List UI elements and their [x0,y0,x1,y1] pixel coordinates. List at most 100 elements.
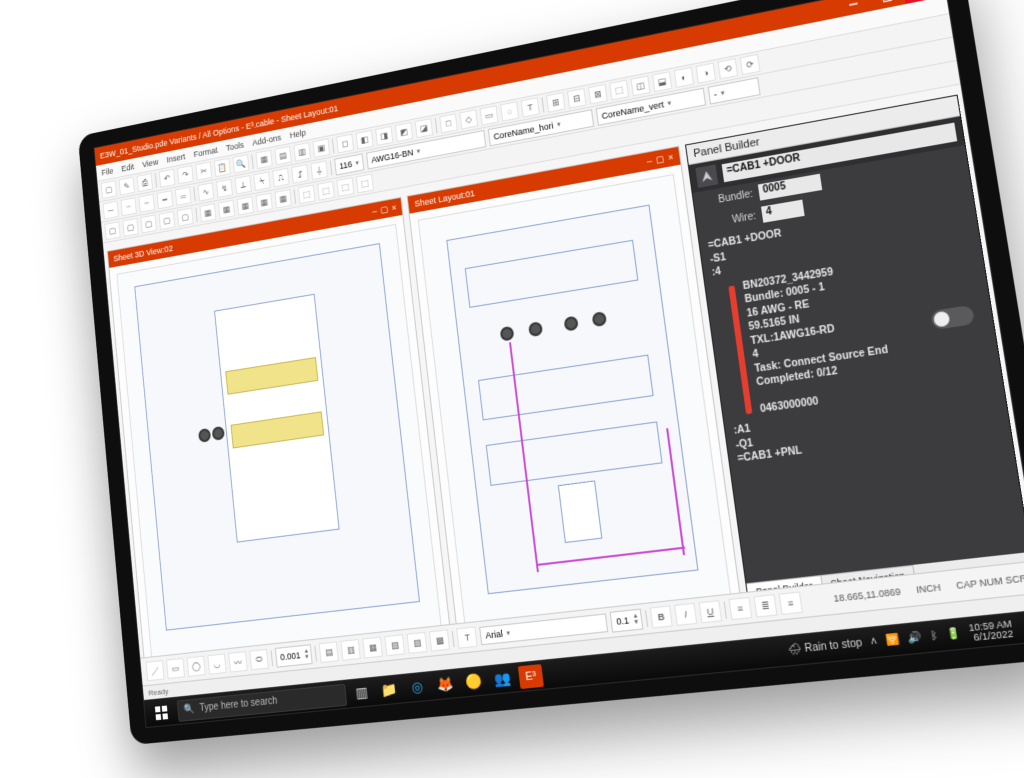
toolbar-button[interactable]: ◑ [696,63,716,84]
toolbar-button[interactable]: ↷ [177,165,194,184]
taskbar-app-edge[interactable]: ◎ [404,673,431,702]
subwindow-maximize-icon[interactable]: ▢ [380,204,389,216]
canvas-3dview[interactable] [109,215,450,666]
toolbar-button[interactable]: ╌ [139,194,155,213]
tray-power-icon[interactable]: 🔋 [946,628,962,641]
toolbar-button[interactable]: ◻ [336,134,354,154]
toolbar-button[interactable]: ▭ [480,105,499,125]
taskbar-app-firefox[interactable]: 🦊 [432,670,460,699]
toolbar-button[interactable]: ▦ [237,196,254,215]
toolbar-button[interactable]: ⎙ [137,173,153,192]
fontsize-spinner[interactable]: 0.1 ▲▼ [610,609,643,633]
align-button[interactable]: ▤ [319,641,339,663]
toolbar-button[interactable]: ⊟ [567,88,586,109]
toolbar-button[interactable]: ▢ [105,221,121,240]
toolbar-button[interactable]: ◐ [674,67,694,88]
toolbar-button[interactable]: ◨ [375,126,393,146]
align-button[interactable]: ▥ [341,639,361,661]
subwindow-close-icon[interactable]: × [668,152,675,163]
toolbar-button[interactable]: ─ [103,201,119,220]
toolbar-button[interactable]: ✎ [119,177,135,196]
weather-widget[interactable]: 🌧 Rain to stop [787,637,863,656]
toolbar-button[interactable]: ▢ [177,208,194,227]
menu-addons[interactable]: Add-ons [252,132,282,147]
draw-line-button[interactable]: ／ [146,660,165,681]
taskbar-app-chrome[interactable]: 🟡 [460,667,488,696]
toolbar-button[interactable]: 📋 [214,158,231,177]
toolbar-button[interactable]: ⬚ [317,181,335,201]
toolbar-button[interactable]: ▥ [293,142,310,162]
bold-button[interactable]: B [650,605,673,628]
menu-format[interactable]: Format [193,145,218,159]
draw-curve-button[interactable]: 〰 [228,651,247,672]
toolbar-button[interactable]: ═ [175,187,192,206]
toolbar-button[interactable]: ▦ [256,193,273,212]
tray-bluetooth-icon[interactable]: ᛒ [930,630,938,643]
toolbar-button[interactable]: ▢ [122,218,138,237]
toolbar-button[interactable]: ▦ [256,150,273,169]
toolbar-button[interactable]: T [521,97,540,117]
toolbar-button[interactable]: ⎍ [272,168,289,188]
toolbar-button[interactable]: ⍀ [253,171,270,190]
toolbar-button[interactable]: ✂ [195,161,212,180]
menu-insert[interactable]: Insert [166,151,186,164]
align-button[interactable]: ▩ [429,629,450,651]
toolbar-button[interactable]: ▢ [101,180,117,199]
toolbar-button[interactable]: ⬚ [298,185,316,205]
toolbar-button[interactable]: ⬚ [336,177,354,197]
subwindow-minimize-icon[interactable]: – [372,206,378,216]
tray-volume-icon[interactable]: 🔊 [907,632,923,645]
toolbar-button[interactable]: ━ [157,190,173,209]
toolbar-button[interactable]: ↶ [159,169,175,188]
toolbar-button[interactable]: ▦ [218,200,235,219]
menu-file[interactable]: File [101,166,114,177]
menu-help[interactable]: Help [289,127,306,139]
draw-rect-button[interactable]: ▭ [166,658,185,679]
toolbar-button[interactable]: ◪ [415,118,433,138]
toolbar-button[interactable]: ▤ [274,146,291,166]
toolbar-button[interactable]: ◧ [356,130,374,150]
canvas-layout[interactable] [410,165,740,633]
taskbar-clock[interactable]: 10:59 AM 6/1/2022 [968,618,1021,643]
toolbar-button[interactable]: ▢ [159,211,176,230]
toolbar-button[interactable]: ⬚ [356,174,374,194]
taskbar-app-ecad[interactable]: E³ [518,664,544,689]
toolbar-button[interactable]: ▦ [274,189,291,209]
layer-combo[interactable]: 116 ▾ [334,153,364,175]
toolbar-button[interactable]: ∿ [197,182,214,201]
draw-circle-button[interactable]: ◯ [187,656,206,677]
toolbar-button[interactable]: □ [439,113,457,133]
textalign-left-button[interactable]: ≡ [728,597,752,620]
underline-button[interactable]: U [699,600,722,623]
toolbar-button[interactable]: ▣ [313,138,331,158]
toolbar-button[interactable]: ⎎ [291,164,308,184]
nudge-spinner[interactable]: 0.001 ▲▼ [275,644,313,668]
toolbar-button[interactable]: ◌ [500,101,519,121]
menu-tools[interactable]: Tools [225,140,244,153]
draw-ellipse-button[interactable]: ⬭ [249,649,269,670]
textalign-right-button[interactable]: ≡ [779,591,803,615]
align-button[interactable]: ▧ [385,634,406,656]
toolbar-button[interactable]: ⬚ [609,80,629,101]
toolbar-button[interactable]: ▢ [140,214,156,233]
subwindow-maximize-icon[interactable]: ▢ [655,153,665,165]
toolbar-button[interactable]: ◩ [395,122,413,142]
menu-edit[interactable]: Edit [121,162,134,173]
toolbar-button[interactable]: ⬓ [652,71,672,92]
textalign-center-button[interactable]: ≣ [753,594,777,617]
text-button[interactable]: T [457,626,478,648]
taskbar-app-teams[interactable]: 👥 [489,664,517,693]
menu-view[interactable]: View [142,157,159,169]
start-button[interactable] [147,698,175,728]
toolbar-button[interactable]: ⟳ [740,54,761,75]
toolbar-button[interactable]: ⊞ [546,92,565,113]
toolbar-button[interactable]: ⟂ [235,175,252,194]
tray-chevron-up-icon[interactable]: ˄ [870,636,878,649]
toolbar-button[interactable]: ⟲ [718,58,739,79]
task-view-button[interactable]: ▥ [348,678,375,706]
tray-network-icon[interactable]: 🛜 [885,634,900,647]
subwindow-minimize-icon[interactable]: – [646,156,652,167]
toolbar-button[interactable]: ⏚ [310,160,328,180]
toolbar-button[interactable]: ◫ [631,75,651,96]
taskbar-app-explorer[interactable]: 📁 [376,676,403,705]
